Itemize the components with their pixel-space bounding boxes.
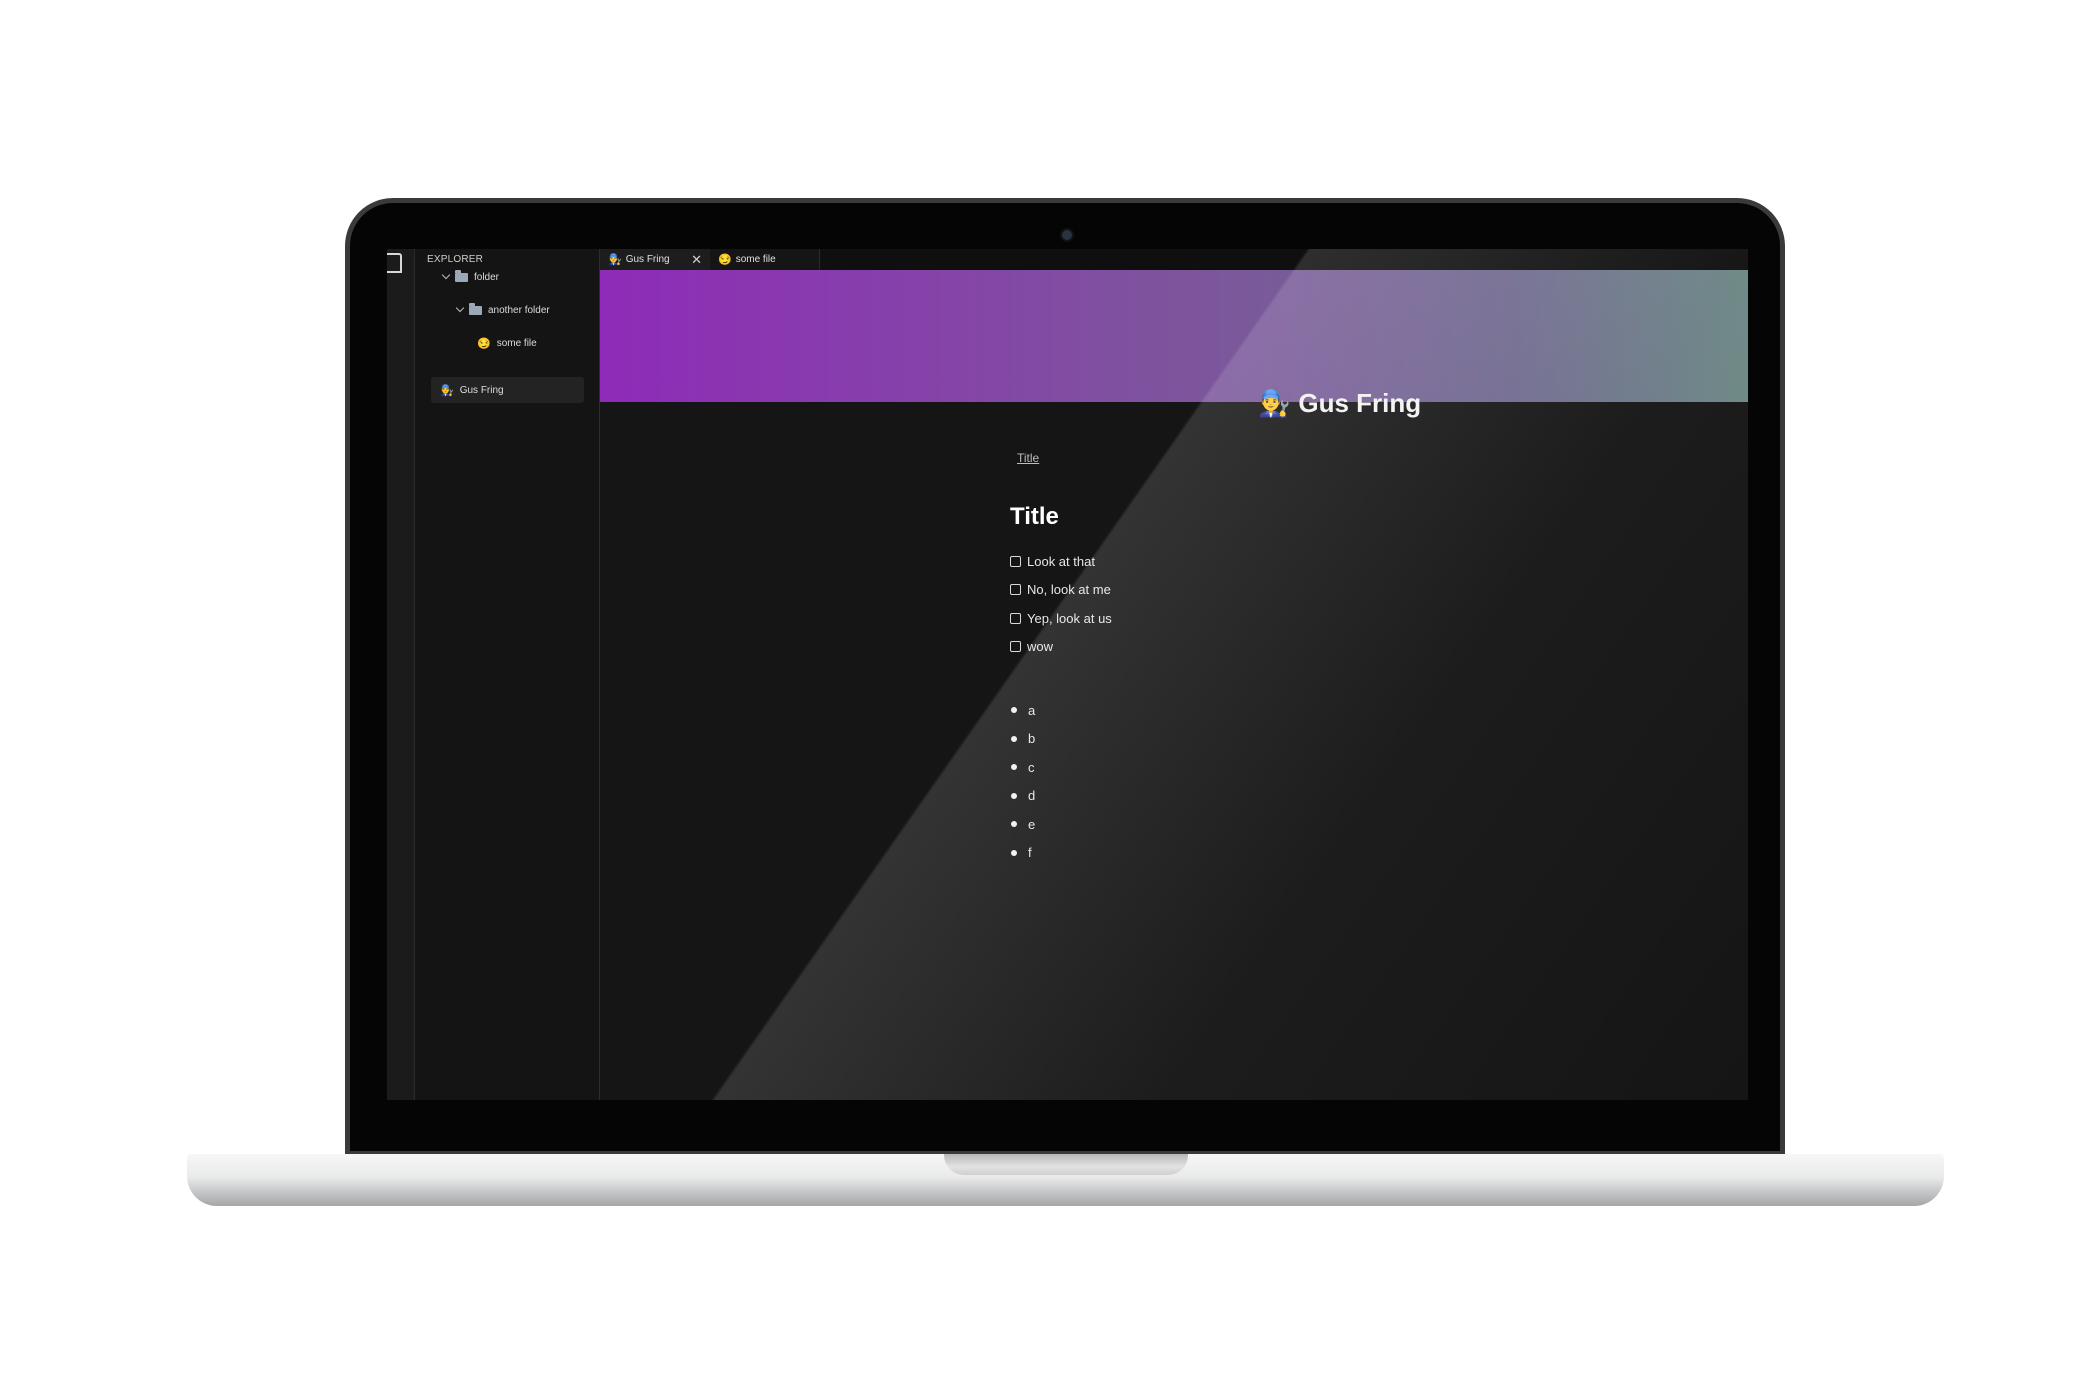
bullet-icon (1011, 707, 1017, 714)
bullet-list: a b c d e f (1010, 696, 1035, 867)
list-item-text: e (1028, 816, 1036, 832)
bullet-icon (1011, 849, 1017, 856)
tab-label: some file (735, 254, 776, 265)
explorer-sidebar: EXPLORER folder another folder 😏 some fi… (415, 249, 600, 1100)
editor: 👨‍🔧 Gus Fring ✕ 😏 some file 👨‍🔧 Gus Frin… (600, 249, 1748, 1100)
tree-item-label: some file (496, 337, 537, 349)
tree-item-another-folder[interactable]: another folder (455, 299, 550, 321)
list-item-text: c (1028, 759, 1035, 775)
todo-text: No, look at me (1027, 582, 1111, 598)
checkbox[interactable] (1010, 641, 1021, 653)
tree-item-folder[interactable]: folder (441, 266, 500, 288)
tree-item-label: another folder (488, 304, 550, 316)
list-item-text: a (1028, 702, 1036, 718)
document-heading: Title (1010, 503, 1059, 530)
tree-item-gus-fring[interactable]: 👨‍🔧 Gus Fring (431, 377, 584, 403)
chevron-down-icon (455, 303, 465, 313)
app-window: EXPLORER folder another folder 😏 some fi… (387, 249, 1748, 1100)
tree-item-some-file[interactable]: 😏 some file (477, 332, 537, 354)
todo-item: wow (1010, 633, 1112, 662)
list-item: d (1010, 782, 1035, 811)
activity-bar (387, 249, 415, 1100)
mechanic-emoji-icon: 👨‍🔧 (608, 254, 622, 266)
tab-bar: 👨‍🔧 Gus Fring ✕ 😏 some file (600, 249, 1748, 270)
smirk-emoji-icon: 😏 (477, 337, 491, 350)
checkbox[interactable] (1010, 584, 1021, 596)
list-item-text: b (1028, 731, 1036, 747)
breadcrumb-link[interactable]: Title (1017, 451, 1039, 465)
list-item: a (1010, 696, 1035, 725)
todo-list: Look at that No, look at me Yep, look at… (1010, 547, 1112, 661)
page-icon: 👨‍🔧 (1258, 388, 1291, 418)
cover-banner (600, 270, 1748, 402)
explorer-title: EXPLORER (427, 254, 484, 265)
camera-icon (1062, 230, 1072, 240)
tree-item-label: folder (474, 271, 500, 283)
page-title-text: Gus Fring (1298, 388, 1422, 418)
tab-gus-fring[interactable]: 👨‍🔧 Gus Fring ✕ (600, 249, 710, 270)
todo-text: Yep, look at us (1027, 610, 1112, 626)
laptop-base (187, 1154, 1944, 1206)
checkbox[interactable] (1010, 555, 1021, 567)
list-item: e (1010, 810, 1035, 839)
bullet-icon (1011, 792, 1017, 799)
todo-text: Look at that (1027, 553, 1095, 569)
close-icon[interactable]: ✕ (691, 253, 702, 266)
list-item-text: f (1028, 845, 1032, 861)
list-item-text: d (1028, 788, 1036, 804)
todo-item: No, look at me (1010, 576, 1112, 605)
list-item: b (1010, 725, 1035, 754)
list-item: f (1010, 839, 1035, 868)
smirk-emoji-icon: 😏 (718, 254, 732, 266)
chevron-down-icon (441, 270, 451, 280)
bullet-icon (1011, 764, 1017, 771)
laptop-lid: EXPLORER folder another folder 😏 some fi… (345, 198, 1785, 1156)
folder-icon (455, 269, 468, 282)
tab-label: Gus Fring (625, 254, 670, 265)
page-title: 👨‍🔧 Gus Fring (1258, 388, 1421, 419)
todo-item: Yep, look at us (1010, 604, 1112, 633)
checkbox[interactable] (1010, 612, 1021, 624)
todo-item: Look at that (1010, 547, 1112, 576)
list-item: c (1010, 753, 1035, 782)
mechanic-emoji-icon: 👨‍🔧 (440, 384, 454, 397)
bullet-icon (1011, 821, 1017, 828)
todo-text: wow (1027, 639, 1054, 655)
files-icon[interactable] (387, 253, 402, 273)
bullet-icon (1011, 735, 1017, 742)
tree-item-label: Gus Fring (459, 384, 504, 396)
tab-some-file[interactable]: 😏 some file (710, 249, 820, 270)
folder-icon (469, 302, 482, 315)
laptop-notch (944, 1154, 1188, 1175)
